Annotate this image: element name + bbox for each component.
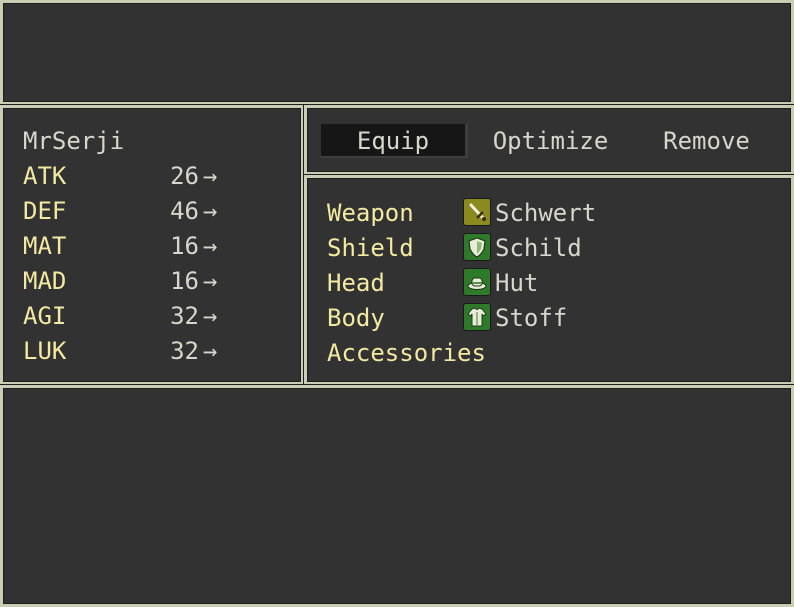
stat-value: 32 [170,302,199,330]
stat-row-mad: MAD 16 → [3,266,301,296]
stat-label: MAT [23,232,67,260]
right-arrow-icon: → [203,267,218,295]
status-window: MrSerji ATK 26 → DEF 46 → MAT 16 → MAD 1… [0,105,304,385]
stat-row-luk: LUK 32 → [3,336,301,366]
item-name: Schwert [495,199,597,227]
remove-command[interactable]: Remove [633,124,780,158]
stat-label: ATK [23,162,67,190]
help-window [0,0,794,105]
slot-row-head[interactable]: Head Hut [307,268,791,298]
stat-label: MAD [23,267,67,295]
item-list-window [0,385,794,607]
stat-row-mat: MAT 16 → [3,231,301,261]
optimize-command[interactable]: Optimize [477,124,624,158]
stat-value: 32 [170,337,199,365]
slot-row-body[interactable]: Body Stoff [307,303,791,333]
shield-icon [463,233,491,261]
stat-label: LUK [23,337,67,365]
equip-slots-window: Weapon Schwert Shield Schild Head Hut Bo… [304,175,794,385]
equip-command[interactable]: Equip [321,124,468,158]
stat-row-agi: AGI 32 → [3,301,301,331]
right-arrow-icon: → [203,197,218,225]
actor-name: MrSerji [23,127,125,155]
stat-value: 46 [170,197,199,225]
cloth-armor-icon [463,303,491,331]
slot-label: Head [327,269,385,297]
stat-value: 16 [170,267,199,295]
slot-label: Accessories [327,339,486,367]
command-window: Equip Optimize Remove [304,105,794,175]
stat-label: AGI [23,302,67,330]
slot-label: Shield [327,234,414,262]
slot-label: Weapon [327,199,414,227]
slot-row-weapon[interactable]: Weapon Schwert [307,198,791,228]
hat-icon [463,268,491,296]
sword-icon [463,198,491,226]
stat-value: 26 [170,162,199,190]
right-arrow-icon: → [203,302,218,330]
slot-label: Body [327,304,385,332]
item-name: Stoff [495,304,568,332]
item-name: Schild [495,234,582,262]
right-arrow-icon: → [203,232,218,260]
stat-row-def: DEF 46 → [3,196,301,226]
slot-row-shield[interactable]: Shield Schild [307,233,791,263]
stat-label: DEF [23,197,67,225]
item-name: Hut [495,269,539,297]
right-arrow-icon: → [203,162,218,190]
right-arrow-icon: → [203,337,218,365]
stat-value: 16 [170,232,199,260]
slot-row-accessories[interactable]: Accessories [307,338,791,368]
stat-row-atk: ATK 26 → [3,161,301,191]
